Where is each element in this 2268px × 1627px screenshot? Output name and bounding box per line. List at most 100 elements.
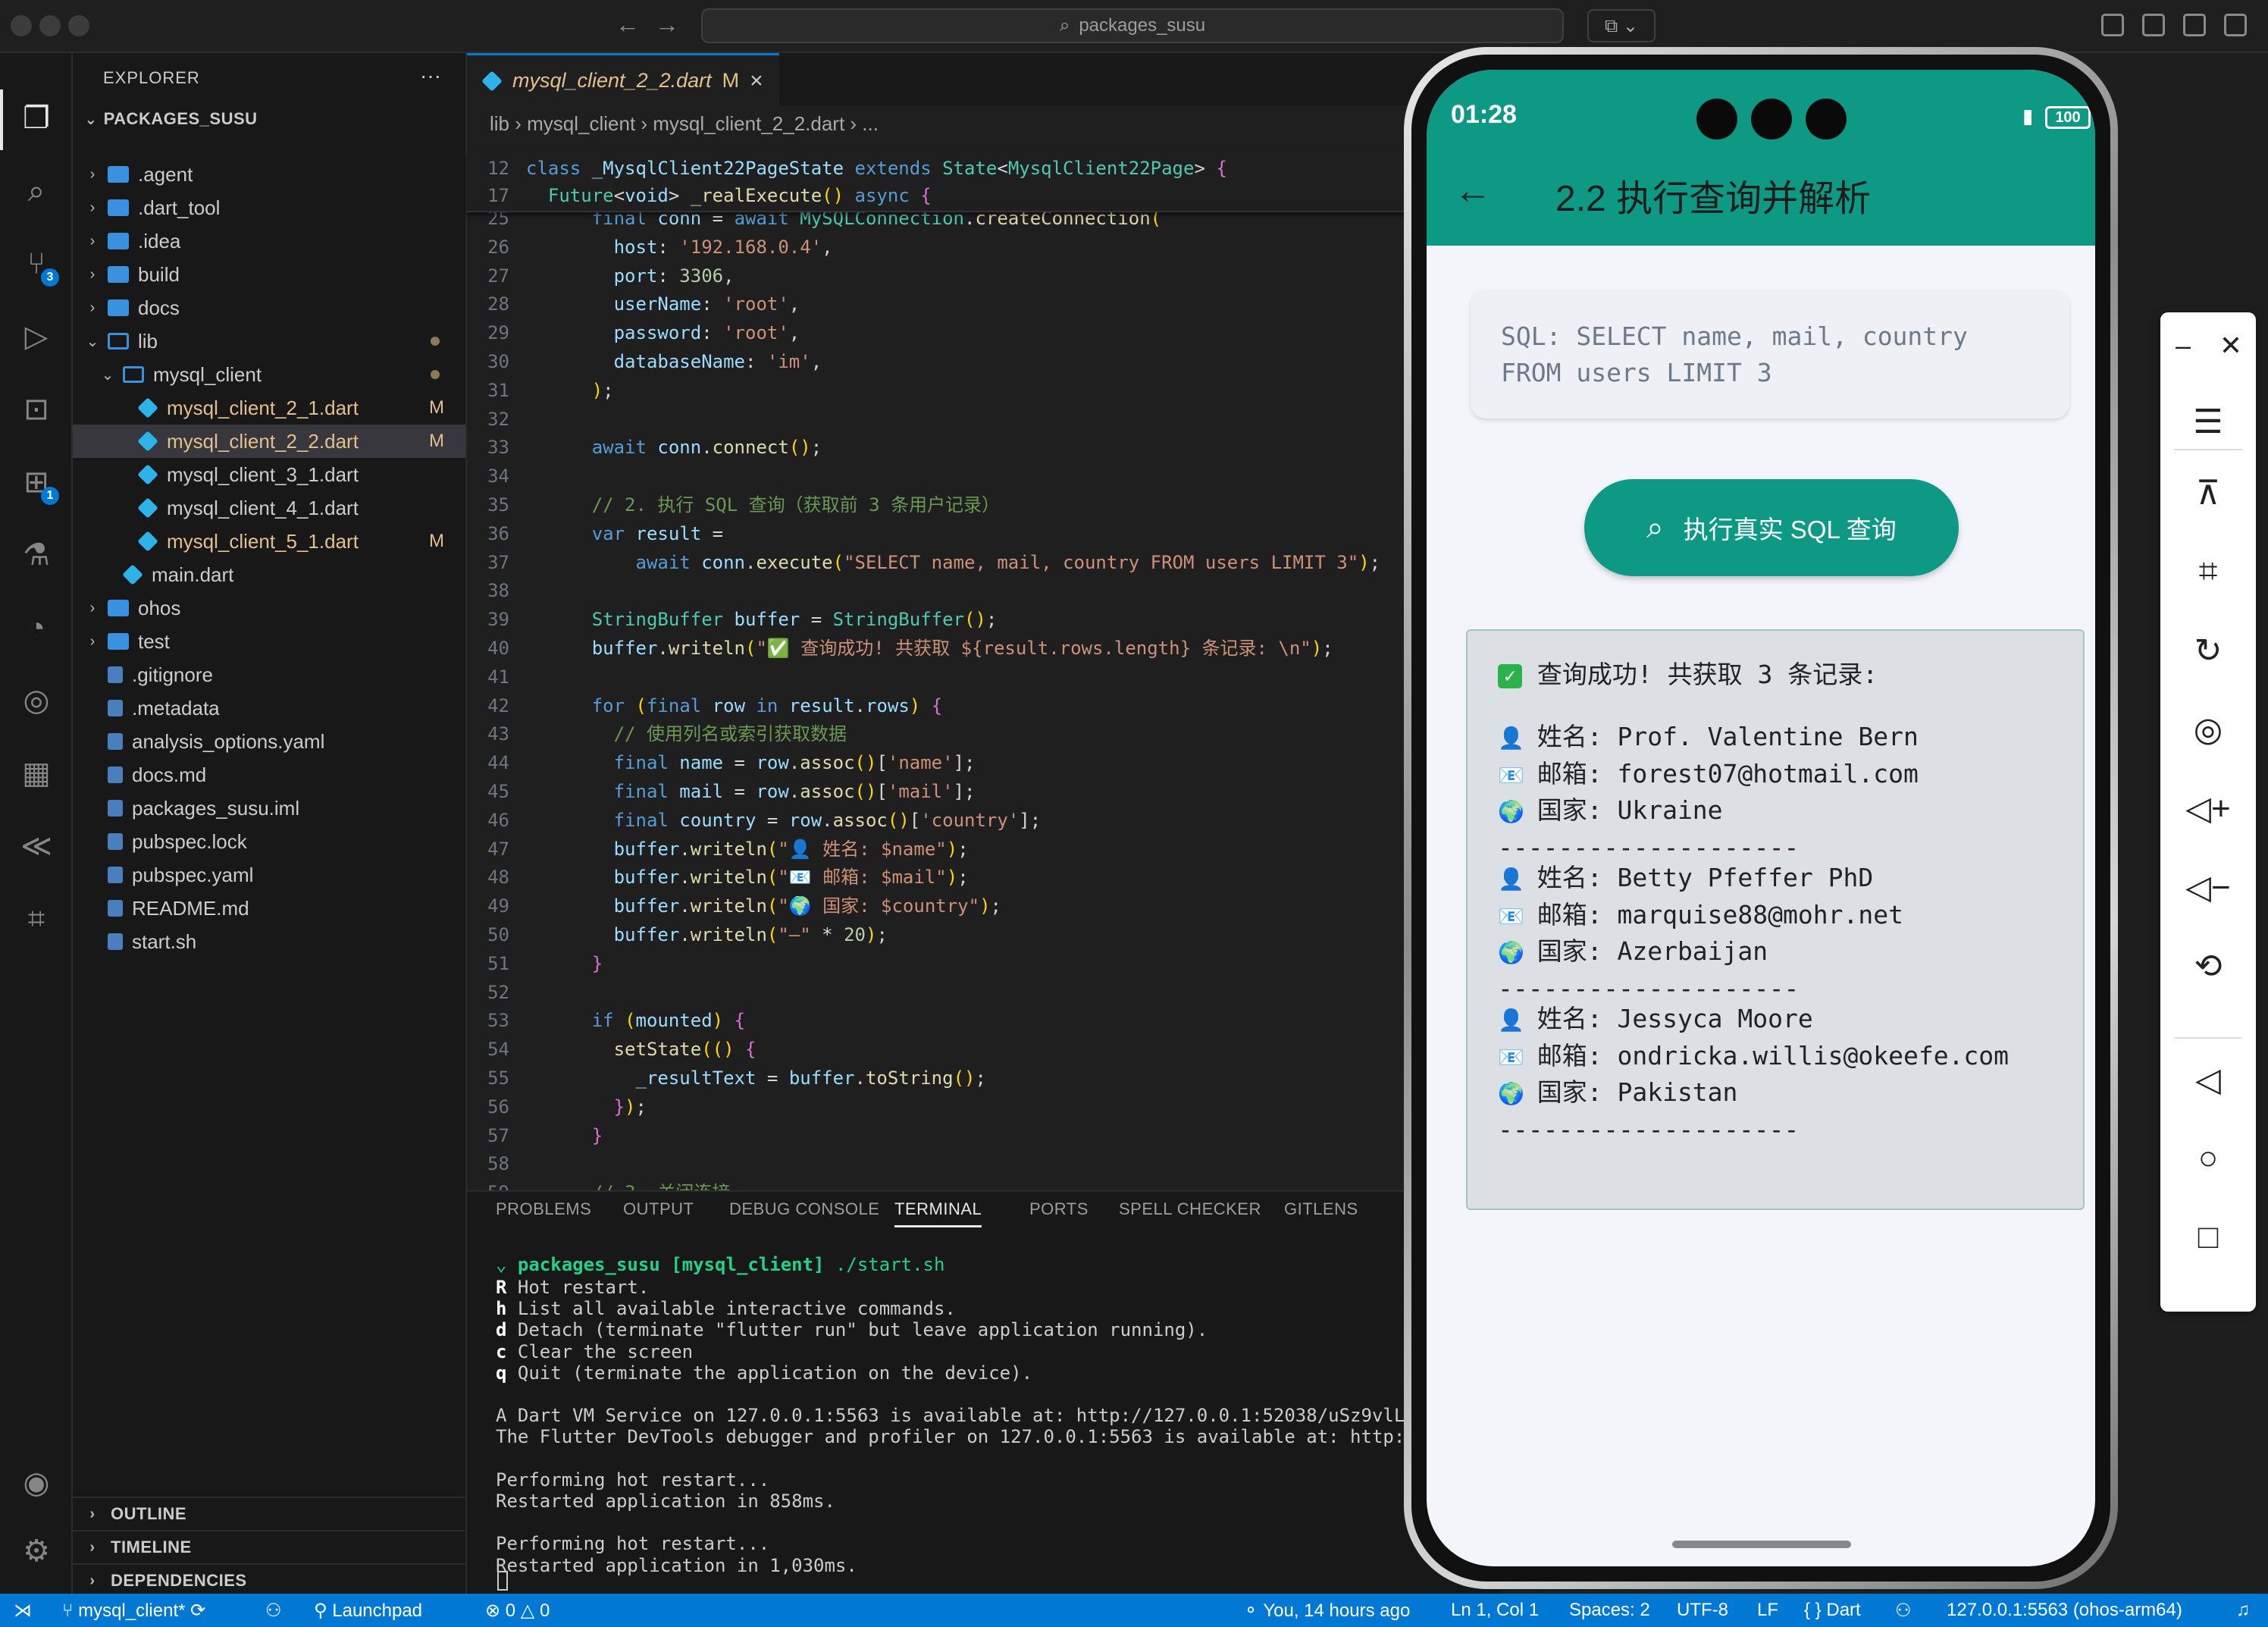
- code-line[interactable]: 59 // 3. 关闭连接: [467, 1179, 1501, 1190]
- code-line[interactable]: 39 StringBuffer buffer = StringBuffer();: [467, 606, 1501, 633]
- sticky-line[interactable]: 12 class _MysqlClient22PageState extends …: [467, 155, 1501, 182]
- tree-item[interactable]: analysis_options.yaml: [73, 725, 465, 758]
- launchpad-status[interactable]: ⚲ Launchpad: [314, 1600, 422, 1622]
- tree-item[interactable]: .gitignore: [73, 658, 465, 691]
- code-line[interactable]: 49 buffer.writeln("🌍 国家: $country");: [467, 892, 1501, 920]
- forward-arrow-icon[interactable]: →: [655, 11, 679, 39]
- code-line[interactable]: 30 databaseName: 'im',: [467, 348, 1501, 375]
- code-line[interactable]: 32: [467, 406, 1501, 433]
- code-line[interactable]: 58: [467, 1150, 1501, 1177]
- panel-tab[interactable]: PORTS: [1029, 1199, 1089, 1219]
- tree-item[interactable]: › ohos: [73, 591, 465, 625]
- crop-screenshot-icon[interactable]: ⌗: [2160, 541, 2256, 602]
- tree-item[interactable]: › .idea: [73, 224, 465, 258]
- back-arrow-icon[interactable]: ←: [1454, 168, 1492, 212]
- copilot-status-icon[interactable]: ⚇: [265, 1600, 282, 1622]
- tree-item[interactable]: mysql_client_2_2.dart M: [73, 425, 465, 458]
- settings-gear-icon[interactable]: ⚙: [17, 1531, 56, 1571]
- code-line[interactable]: 44 final name = row.assoc()['name'];: [467, 749, 1501, 776]
- remote-icon[interactable]: ⋊: [14, 1600, 32, 1622]
- indentation-status[interactable]: Spaces: 2: [1569, 1600, 1650, 1621]
- code-line[interactable]: 47 buffer.writeln("👤 姓名: $name");: [467, 835, 1501, 863]
- close-icon[interactable]: ✕: [2206, 315, 2256, 376]
- scan-icon[interactable]: ⌗: [17, 899, 56, 939]
- tree-item[interactable]: mysql_client_2_1.dart M: [73, 391, 465, 425]
- code-line[interactable]: 51 }: [467, 950, 1501, 977]
- pin-top-icon[interactable]: ⊼: [2160, 462, 2256, 523]
- copilot-icon[interactable]: ⧉ ⌄: [1587, 9, 1656, 42]
- testing-icon[interactable]: ⚗: [17, 535, 56, 575]
- code-line[interactable]: 41: [467, 663, 1501, 691]
- branch-status[interactable]: ⑂ mysql_client* ⟳: [62, 1600, 205, 1622]
- code-line[interactable]: 27 port: 3306,: [467, 262, 1501, 290]
- code-line[interactable]: 48 buffer.writeln("📧 邮箱: $mail");: [467, 864, 1501, 891]
- tree-item[interactable]: › .dart_tool: [73, 191, 465, 224]
- panel-tab[interactable]: TERMINAL: [894, 1199, 982, 1227]
- tree-item[interactable]: mysql_client_5_1.dart M: [73, 525, 465, 558]
- extensions-icon[interactable]: ⊞ 1: [17, 462, 59, 505]
- notifications-icon[interactable]: ♫: [2236, 1600, 2250, 1621]
- code-line[interactable]: 43 // 使用列名或索引获取数据: [467, 720, 1501, 748]
- panel-tab[interactable]: GITLENS: [1284, 1199, 1358, 1219]
- tree-item[interactable]: ⌄ lib: [73, 324, 465, 358]
- toggle-secondary-sidebar-icon[interactable]: [2224, 14, 2247, 36]
- git-blame-status[interactable]: ⚬ You, 14 hours ago: [1243, 1600, 1410, 1622]
- run-debug-icon[interactable]: ▷: [17, 317, 56, 356]
- code-line[interactable]: 28 userName: 'root',: [467, 290, 1501, 318]
- nav-back-icon[interactable]: ◁: [2160, 1049, 2256, 1110]
- command-center-search[interactable]: ⌕ packages_susu: [701, 8, 1564, 43]
- code-line[interactable]: 26 host: '192.168.0.4',: [467, 234, 1501, 261]
- panel-tab[interactable]: PROBLEMS: [496, 1199, 591, 1219]
- explorer-icon[interactable]: ❐: [17, 99, 56, 138]
- rotate-icon[interactable]: ↻: [2160, 620, 2256, 681]
- code-line[interactable]: 40 buffer.writeln("✅ 查询成功! 共获取 ${result.…: [467, 635, 1501, 662]
- flutter-icon[interactable]: ≪: [17, 826, 56, 866]
- sticky-line[interactable]: 17 Future<void> _realExecute() async {: [467, 182, 1501, 209]
- timeline-section[interactable]: › TIMELINE: [73, 1530, 465, 1563]
- tree-item[interactable]: .metadata: [73, 691, 465, 725]
- tree-item[interactable]: › .agent: [73, 158, 465, 191]
- problems-status[interactable]: ⊗ 0 △ 0: [485, 1600, 550, 1622]
- volume-down-icon[interactable]: ◁−: [2160, 857, 2256, 917]
- dependencies-section[interactable]: › DEPENDENCIES: [73, 1563, 465, 1597]
- execute-query-button[interactable]: ⌕ 执行真实 SQL 查询: [1584, 479, 1959, 576]
- code-line[interactable]: 54 setState(() {: [467, 1036, 1501, 1063]
- home-indicator[interactable]: [1672, 1541, 1851, 1548]
- code-line[interactable]: 34: [467, 462, 1501, 490]
- code-line[interactable]: 55 _resultText = buffer.toString();: [467, 1064, 1501, 1092]
- more-actions-icon[interactable]: ···: [420, 64, 441, 88]
- record-icon[interactable]: ◎: [2160, 699, 2256, 760]
- tree-item[interactable]: mysql_client_3_1.dart: [73, 458, 465, 491]
- toggle-sidebar-icon[interactable]: [2142, 14, 2165, 36]
- editor-tab-active[interactable]: mysql_client_2_2.dart M ×: [467, 53, 779, 106]
- tree-item[interactable]: › build: [73, 258, 465, 291]
- close-tab-icon[interactable]: ×: [750, 68, 763, 94]
- menu-icon[interactable]: ☰: [2160, 391, 2256, 452]
- code-line[interactable]: 56 });: [467, 1093, 1501, 1121]
- tree-item[interactable]: main.dart: [73, 558, 465, 591]
- minimize-icon[interactable]: –: [2160, 315, 2206, 376]
- code-line[interactable]: 35 // 2. 执行 SQL 查询（获取前 3 条用户记录）: [467, 491, 1501, 519]
- gitlens-icon[interactable]: ◎: [17, 681, 56, 720]
- code-line[interactable]: 50 buffer.writeln("—" * 20);: [467, 921, 1501, 948]
- close-window-button[interactable]: [11, 15, 32, 36]
- code-line[interactable]: 33 await conn.connect();: [467, 434, 1501, 461]
- eol-status[interactable]: LF: [1757, 1600, 1778, 1621]
- tree-item[interactable]: packages_susu.iml: [73, 792, 465, 825]
- tree-item[interactable]: › docs: [73, 291, 465, 324]
- maximize-window-button[interactable]: [68, 15, 89, 36]
- account-icon[interactable]: ◉: [17, 1463, 56, 1503]
- panel-tab[interactable]: DEBUG CONSOLE: [729, 1199, 879, 1219]
- panel-tab[interactable]: SPELL CHECKER: [1119, 1199, 1261, 1219]
- code-line[interactable]: 52: [467, 979, 1501, 1006]
- cursor-position[interactable]: Ln 1, Col 1: [1451, 1600, 1539, 1621]
- code-line[interactable]: 37 await conn.execute("SELECT name, mail…: [467, 549, 1501, 576]
- code-line[interactable]: 38: [467, 577, 1501, 604]
- code-view[interactable]: 25 final conn = await MySQLConnection.cr…: [467, 205, 1501, 1190]
- encoding-status[interactable]: UTF-8: [1677, 1600, 1728, 1621]
- git-graph-icon[interactable]: ◔: [17, 608, 56, 647]
- toggle-panel-icon[interactable]: [2183, 14, 2206, 36]
- nav-recents-icon[interactable]: □: [2160, 1207, 2256, 1268]
- containers-icon[interactable]: ▦: [17, 754, 56, 793]
- code-line[interactable]: 53 if (mounted) {: [467, 1007, 1501, 1034]
